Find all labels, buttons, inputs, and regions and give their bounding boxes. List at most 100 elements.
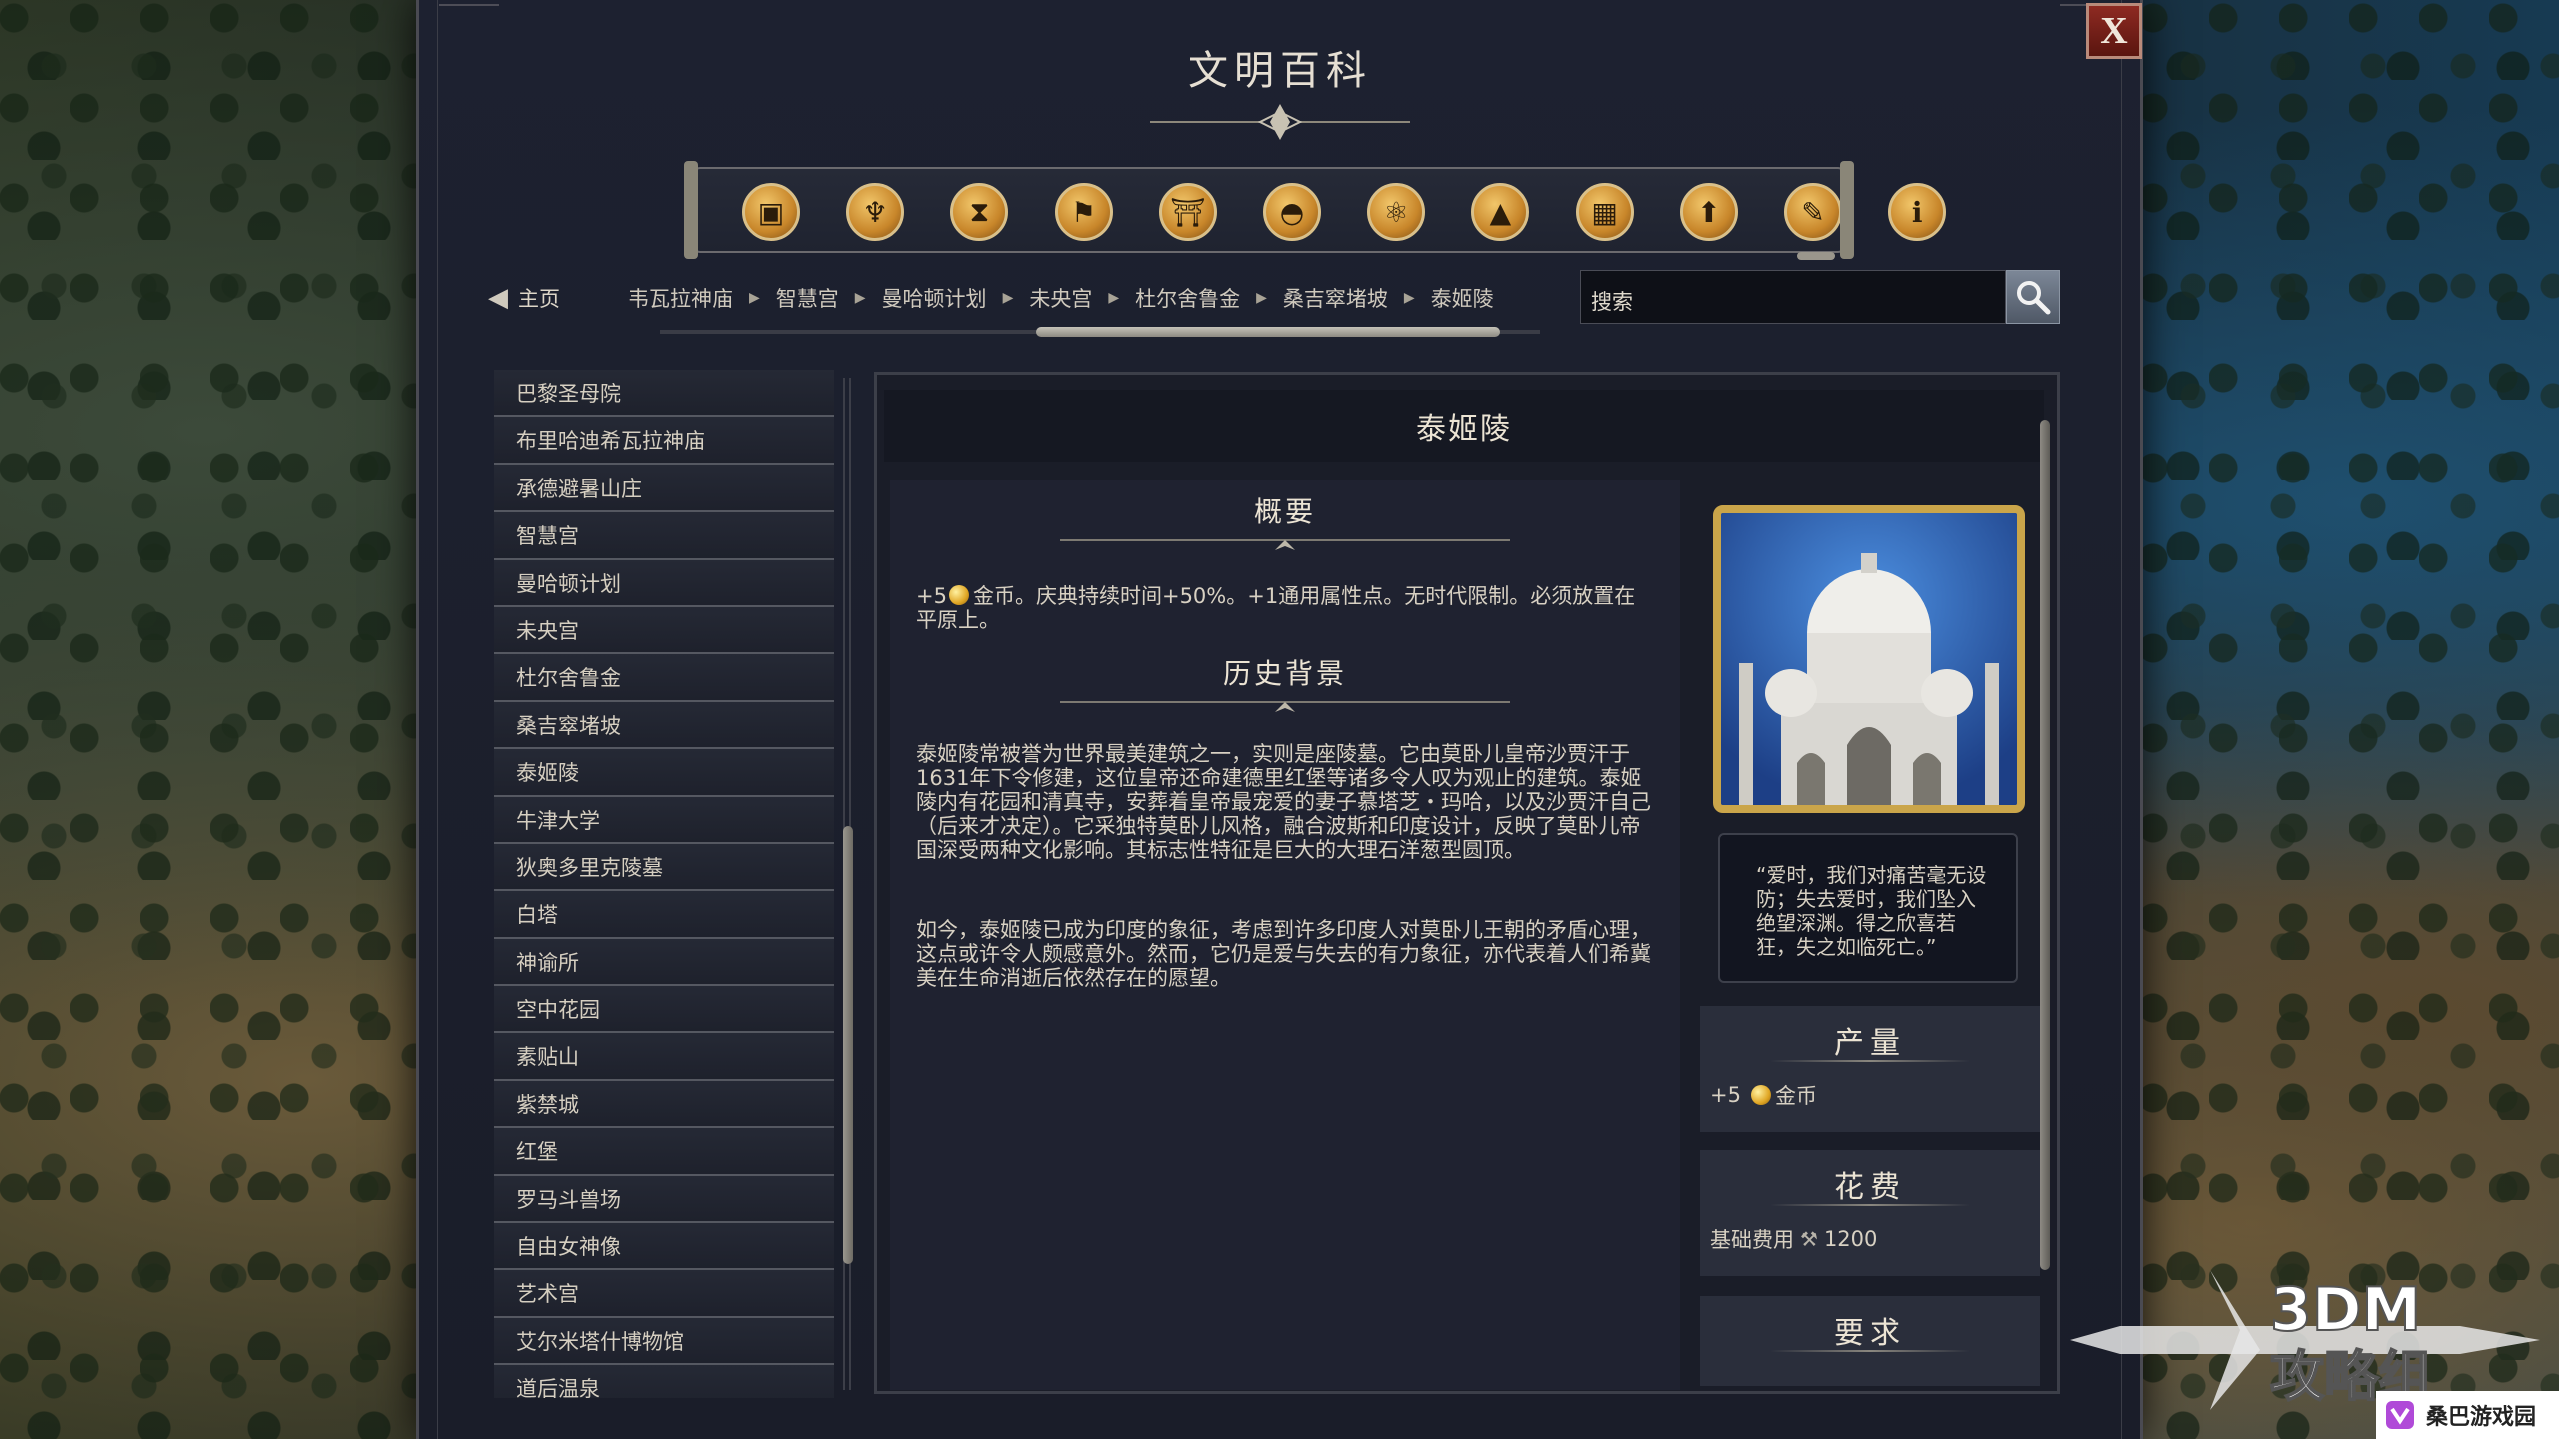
category-bar: ▣ ♆ ⧗ ⚑ ⛩ ◓ ⚛ ▲ ▦ ⬆ ✎ ℹ <box>684 161 1947 260</box>
overview-title: 概要 <box>1253 495 1316 528</box>
list-item[interactable]: 素贴山 <box>494 1033 834 1081</box>
city-icon: ▦ <box>1591 195 1618 229</box>
list-item[interactable]: 空中花园 <box>494 986 834 1034</box>
breadcrumb-separator-icon: ▶ <box>1002 290 1014 306</box>
list-item[interactable]: 红堡 <box>494 1128 834 1176</box>
requirement-title: 要求 <box>1834 1316 1906 1351</box>
hourglass-icon: ⧗ <box>969 195 990 228</box>
site-watermark: 桑巴游戏园 <box>2376 1391 2559 1439</box>
search-input[interactable]: 搜索 <box>1580 270 2006 324</box>
yield-label: 金币 <box>1774 1084 1817 1108</box>
home-link[interactable]: ◀ 主页 <box>488 283 560 313</box>
breadcrumb-separator-icon: ▶ <box>854 290 866 306</box>
book-icon: ✎ <box>1801 195 1825 229</box>
breadcrumb-item[interactable]: 泰姬陵 <box>1431 283 1494 313</box>
list-item[interactable]: 自由女神像 <box>494 1223 834 1271</box>
category-button-5[interactable]: ⛩ <box>1158 183 1217 241</box>
breadcrumb: 韦瓦拉神庙 ▶ 智慧宫 ▶ 曼哈顿计划 ▶ 未央宫 ▶ 杜尔舍鲁金 ▶ 桑吉窣堵坡 ▶ 泰姬陵 <box>628 283 1494 313</box>
breadcrumb-item[interactable]: 未央宫 <box>1029 283 1092 313</box>
overview-rule <box>1060 539 1510 550</box>
breadcrumb-separator-icon: ▶ <box>1256 290 1267 306</box>
yield-title: 产量 <box>1834 1026 1906 1061</box>
box-icon: ▣ <box>757 195 785 229</box>
entry-text-column: 概要 +5 金币。庆典持续时间+50%。+1通用属性点。无时代限制。必须放置在平原… <box>890 480 1680 1390</box>
category-button-11[interactable]: ✎ <box>1784 183 1842 260</box>
category-button-6[interactable]: ◓ <box>1263 183 1321 241</box>
list-scroll-thumb[interactable] <box>843 826 853 1264</box>
close-button[interactable]: X <box>2086 3 2142 59</box>
back-arrow-icon: ◀ <box>488 283 508 313</box>
brand-top: 3DM <box>2270 1275 2421 1345</box>
breadcrumb-item[interactable]: 杜尔舍鲁金 <box>1135 283 1240 313</box>
up-arrow-icon: ⬆ <box>1697 195 1721 229</box>
breadcrumb-separator-icon: ▶ <box>1108 290 1120 306</box>
list-item[interactable]: 曼哈顿计划 <box>494 559 834 607</box>
yield-row: +5 金币 <box>1700 1062 2040 1110</box>
wonder-portrait <box>1713 505 2025 813</box>
list-item[interactable]: 巴黎圣母院 <box>494 370 834 418</box>
list-item[interactable]: 桑吉窣堵坡 <box>494 701 834 750</box>
history-paragraph-1: 泰姬陵常被誉为世界最美建筑之一，实则是座陵墓。它由莫卧儿皇帝沙贾汗于1631年下… <box>916 742 1651 862</box>
cost-section: 花费 基础费用 ⚒ 1200 <box>1700 1150 2040 1276</box>
home-label: 主页 <box>518 287 560 311</box>
list-item[interactable]: 承德避暑山庄 <box>494 464 834 513</box>
list-item[interactable]: 罗马斗兽场 <box>494 1175 834 1224</box>
history-paragraph-2: 如今，泰姬陵已成为印度的象征，考虑到许多印度人对莫卧儿王朝的矛盾心理，这点或许令… <box>916 918 1651 990</box>
list-item[interactable]: 白塔 <box>494 891 834 939</box>
flag-icon: ⚑ <box>1071 195 1097 229</box>
list-item[interactable]: 智慧宫 <box>494 512 834 560</box>
yield-section: 产量 +5 金币 <box>1700 1006 2040 1132</box>
atom-icon: ⚛ <box>1383 195 1409 229</box>
list-item[interactable]: 泰姬陵 <box>494 749 834 797</box>
yield-prefix: +5 <box>1710 1083 1741 1107</box>
info-icon: ℹ <box>1911 195 1923 229</box>
gold-coin-icon <box>1750 1085 1771 1105</box>
taj-mahal-icon <box>1721 513 2017 805</box>
map-forest-right <box>2139 0 2559 1439</box>
list-item[interactable]: 道后温泉 <box>494 1365 834 1398</box>
category-button-3[interactable]: ⧗ <box>950 183 1009 241</box>
breadcrumb-separator-icon: ▶ <box>1403 290 1415 306</box>
list-item[interactable]: 紫禁城 <box>494 1080 834 1129</box>
list-item[interactable]: 杜尔舍鲁金 <box>494 654 834 702</box>
list-item[interactable]: 未央宫 <box>494 606 834 655</box>
cost-row: 基础费用 ⚒ 1200 <box>1700 1206 2040 1254</box>
breadcrumb-item[interactable]: 桑吉窣堵坡 <box>1283 283 1388 313</box>
quote-box: “爱时，我们对痛苦毫无设防；失去爱时，我们坠入绝望深渊。得之欣喜若狂，失之如临死… <box>1718 833 2018 983</box>
history-title: 历史背景 <box>1222 657 1347 690</box>
breadcrumb-item[interactable]: 曼哈顿计划 <box>882 283 987 313</box>
cost-title: 花费 <box>1834 1170 1906 1205</box>
list-item[interactable]: 神谕所 <box>494 938 834 987</box>
wonder-list: 巴黎圣母院 布里哈迪希瓦拉神庙 承德避暑山庄 智慧宫 曼哈顿计划 未央宫 杜尔舍鲁金 桑吉窣堵… <box>494 370 834 1398</box>
category-button-1[interactable]: ▣ <box>742 183 800 241</box>
category-button-8[interactable]: ▲ <box>1471 183 1530 241</box>
breadcrumb-item[interactable]: 韦瓦拉神庙 <box>628 283 733 313</box>
category-button-9[interactable]: ▦ <box>1575 183 1634 241</box>
gold-coin-icon <box>948 585 969 605</box>
overview-body: 金币。庆典持续时间+50%。+1通用属性点。无时代限制。必须放置在平原上。 <box>916 584 1636 632</box>
category-button-4[interactable]: ⚑ <box>1054 183 1113 241</box>
list-item[interactable]: 牛津大学 <box>494 796 834 844</box>
breadcrumb-item[interactable]: 智慧宫 <box>776 283 839 313</box>
map-forest-left <box>0 0 420 1439</box>
site-logo-icon <box>2386 1401 2414 1429</box>
cost-label: 基础费用 <box>1710 1228 1794 1252</box>
entry-title: 泰姬陵 <box>884 390 2044 462</box>
search-button[interactable] <box>2006 270 2060 324</box>
corner-ornament-left <box>439 4 499 44</box>
category-button-2[interactable]: ♆ <box>846 183 905 241</box>
list-item[interactable]: 布里哈迪希瓦拉神庙 <box>494 417 834 465</box>
mountain-icon: ▲ <box>1489 195 1512 229</box>
temple-icon: ⛩ <box>1170 195 1206 229</box>
list-item[interactable]: 艺术宫 <box>494 1270 834 1318</box>
breadcrumb-separator-icon: ▶ <box>749 290 760 306</box>
content-scroll-thumb[interactable] <box>2040 420 2050 1270</box>
breadcrumb-scroll-thumb[interactable] <box>1036 327 1500 337</box>
overview-prefix: +5 <box>916 584 947 608</box>
category-button-7[interactable]: ⚛ <box>1367 183 1426 241</box>
history-rule <box>1060 701 1510 712</box>
list-item[interactable]: 艾尔米塔什博物馆 <box>494 1317 834 1366</box>
list-item[interactable]: 狄奥多里克陵墓 <box>494 843 834 892</box>
category-button-10[interactable]: ⬆ <box>1679 183 1738 241</box>
category-button-12[interactable]: ℹ <box>1888 183 1947 241</box>
